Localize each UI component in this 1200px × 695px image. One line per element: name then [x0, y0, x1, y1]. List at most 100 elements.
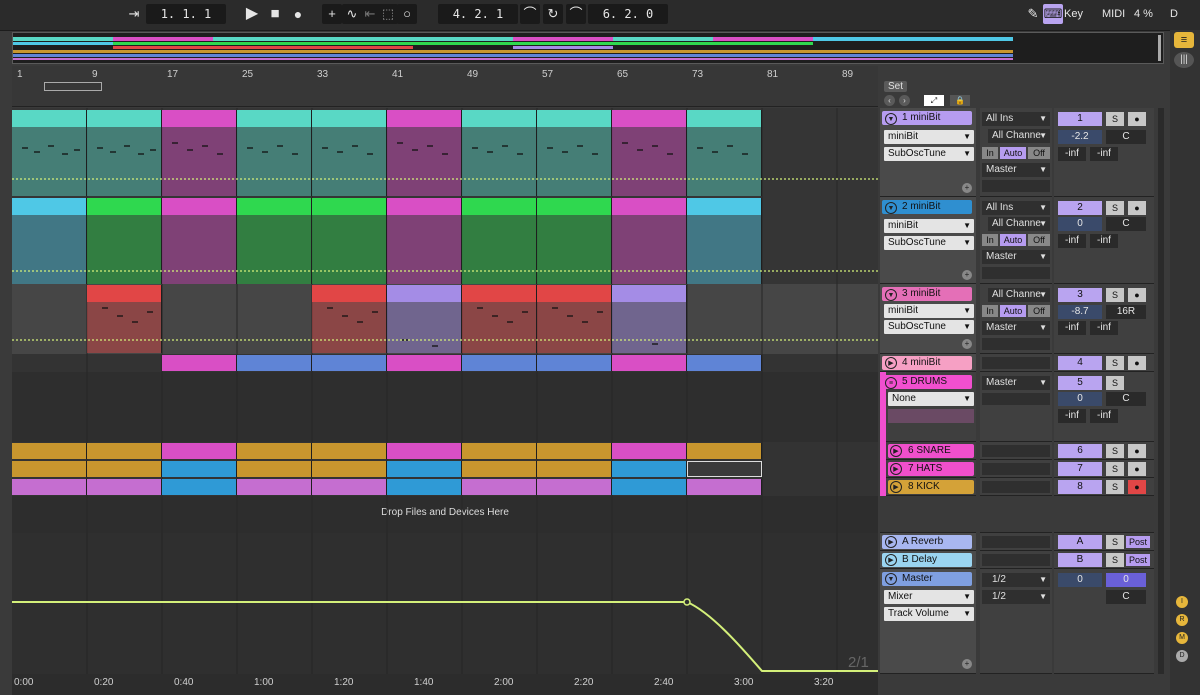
param-slot[interactable] [888, 409, 974, 423]
punch-in-icon[interactable]: ⌒ [520, 4, 540, 24]
fold-icon[interactable]: ▼ [885, 113, 897, 125]
fold-icon[interactable]: ▶ [885, 357, 897, 369]
arrangement-view-icon[interactable]: ≡ [1174, 32, 1194, 48]
loop-start-display[interactable]: 4. 2. 1 [438, 4, 518, 24]
set-button[interactable]: Set [884, 81, 908, 92]
output-channel-slot[interactable] [982, 267, 1050, 279]
fold-icon[interactable]: ▶ [885, 554, 897, 566]
arm-button[interactable]: ● [1128, 462, 1146, 476]
monitor-off-button[interactable]: Off [1028, 305, 1050, 317]
arm-button[interactable]: ● [1128, 112, 1146, 126]
output-channel-slot[interactable] [982, 338, 1050, 350]
back-to-arrangement-icon[interactable]: ⇤ [360, 4, 380, 24]
solo-button[interactable]: S [1106, 288, 1124, 302]
pre-post-toggle[interactable]: Post [1126, 554, 1150, 566]
nav-forward-icon[interactable]: › [899, 95, 910, 106]
track-header[interactable]: 3 miniBit ▼ miniBit ▼ SubOscTune ▼ + [880, 284, 976, 354]
arm-button-active[interactable]: ● [1128, 480, 1146, 494]
draw-mode-icon[interactable]: ✎ [1023, 4, 1043, 24]
track-header[interactable]: 4 miniBit ▶ [880, 354, 976, 372]
solo-button[interactable]: S [1106, 462, 1124, 476]
add-icon[interactable]: + [322, 4, 342, 24]
beat-time-ruler[interactable]: 1 9 17 25 33 41 49 57 65 73 81 89 [12, 66, 878, 107]
track-activator[interactable]: B [1058, 553, 1102, 567]
master-output-chooser[interactable]: 1/2 ▼ [982, 590, 1050, 604]
fold-icon[interactable]: ▶ [890, 463, 902, 475]
group-track-header[interactable]: 5 DRUMS ≡ None ▼ [880, 372, 976, 442]
add-lane-icon[interactable]: + [962, 270, 972, 280]
lock-icon[interactable]: 🔒 [950, 95, 970, 106]
fold-icon[interactable]: ▼ [885, 289, 897, 301]
input-type-chooser[interactable]: All Ins ▼ [982, 201, 1050, 215]
add-lane-icon[interactable]: + [962, 659, 972, 669]
solo-button[interactable]: S [1106, 201, 1124, 215]
add-lane-icon[interactable]: + [962, 339, 972, 349]
position-display[interactable]: 1. 1. 1 [146, 4, 226, 24]
capture-icon[interactable]: ⬚ [378, 4, 398, 24]
track-activator[interactable]: 5 [1058, 376, 1102, 390]
record-icon[interactable]: ● [288, 4, 308, 24]
track-header[interactable]: 7 HATS ▶ [880, 460, 976, 478]
fold-icon[interactable]: ▶ [890, 445, 902, 457]
track-activator[interactable]: A [1058, 535, 1102, 549]
device-chooser[interactable]: miniBit ▼ [884, 304, 974, 318]
midi-map-button[interactable]: MIDI [1102, 4, 1125, 24]
track-activator[interactable]: 8 [1058, 480, 1102, 494]
solo-button[interactable]: S [1106, 376, 1124, 390]
fold-icon[interactable]: ▼ [885, 573, 897, 585]
track-header[interactable]: 1 miniBit ▼ miniBit ▼ SubOscTune ▼ + [880, 108, 976, 197]
input-type-chooser[interactable]: All Ins ▼ [982, 112, 1050, 126]
io-slot[interactable] [982, 536, 1050, 548]
param-chooser[interactable]: SubOscTune ▼ [884, 147, 974, 161]
fold-icon[interactable]: ▶ [890, 481, 902, 493]
param-chooser[interactable]: SubOscTune ▼ [884, 236, 974, 250]
automation-arm-icon[interactable]: ∿ [342, 4, 362, 24]
device-chooser[interactable]: miniBit ▼ [884, 130, 974, 144]
track-header[interactable]: 6 SNARE ▶ [880, 442, 976, 460]
master-volume-value[interactable]: 0 [1058, 573, 1102, 587]
add-lane-icon[interactable]: + [962, 183, 972, 193]
param-chooser[interactable]: Track Volume ▼ [884, 607, 974, 621]
output-chooser[interactable]: Master ▼ [982, 163, 1050, 177]
loop-icon[interactable]: ↻ [543, 4, 563, 24]
loop-length-display[interactable]: 6. 2. 0 [588, 4, 668, 24]
output-channel-slot[interactable] [982, 180, 1050, 192]
master-track-header[interactable]: Master ▼ Mixer ▼ Track Volume ▼ + [880, 569, 976, 674]
monitor-off-button[interactable]: Off [1028, 234, 1050, 246]
output-channel-slot[interactable] [982, 393, 1050, 405]
pan-value[interactable]: C [1106, 590, 1146, 604]
input-channel-chooser[interactable]: All Channe ▼ [988, 288, 1050, 302]
pan-value[interactable]: 16R [1106, 305, 1146, 319]
param-chooser[interactable]: SubOscTune ▼ [884, 320, 974, 334]
arm-button[interactable]: ● [1128, 356, 1146, 370]
monitor-in-button[interactable]: In [982, 234, 998, 246]
track-activator[interactable]: 2 [1058, 201, 1102, 215]
follow-icon[interactable]: ⇥ [124, 4, 144, 24]
solo-button[interactable]: S [1106, 444, 1124, 458]
volume-value[interactable]: 0 [1058, 217, 1102, 231]
play-icon[interactable]: ▶ [242, 4, 262, 24]
volume-value[interactable]: 0 [1058, 392, 1102, 406]
time-ruler[interactable]: 0:00 0:20 0:40 1:00 1:20 1:40 2:00 2:20 … [12, 674, 878, 695]
monitor-auto-button[interactable]: Auto [1000, 305, 1026, 317]
arrangement-view[interactable]: Drop Files and Devices Here 2/1 [12, 108, 878, 674]
session-view-icon[interactable]: ||| [1174, 52, 1194, 68]
track-activator[interactable]: 7 [1058, 462, 1102, 476]
input-channel-chooser[interactable]: All Channe ▼ [988, 129, 1050, 143]
delay-toggle-icon[interactable]: D [1176, 650, 1188, 662]
computer-keyboard-icon[interactable]: ⌨ [1043, 4, 1063, 24]
output-chooser[interactable]: Master ▼ [982, 250, 1050, 264]
monitor-in-button[interactable]: In [982, 305, 998, 317]
group-fold-icon[interactable]: ≡ [885, 377, 897, 389]
solo-button[interactable]: S [1106, 535, 1124, 549]
mixer-toggle-icon[interactable]: M [1176, 632, 1188, 644]
master-input-chooser[interactable]: 1/2 ▼ [982, 573, 1050, 587]
fold-icon[interactable]: ▼ [885, 202, 897, 214]
key-map-button[interactable]: Key [1064, 4, 1083, 24]
track-activator[interactable]: 4 [1058, 356, 1102, 370]
output-chooser[interactable]: Master ▼ [982, 321, 1050, 335]
input-channel-chooser[interactable]: All Channe ▼ [988, 217, 1050, 231]
device-chooser[interactable]: miniBit ▼ [884, 219, 974, 233]
device-chooser[interactable]: Mixer ▼ [884, 590, 974, 604]
vertical-scrollbar[interactable] [1158, 108, 1164, 674]
